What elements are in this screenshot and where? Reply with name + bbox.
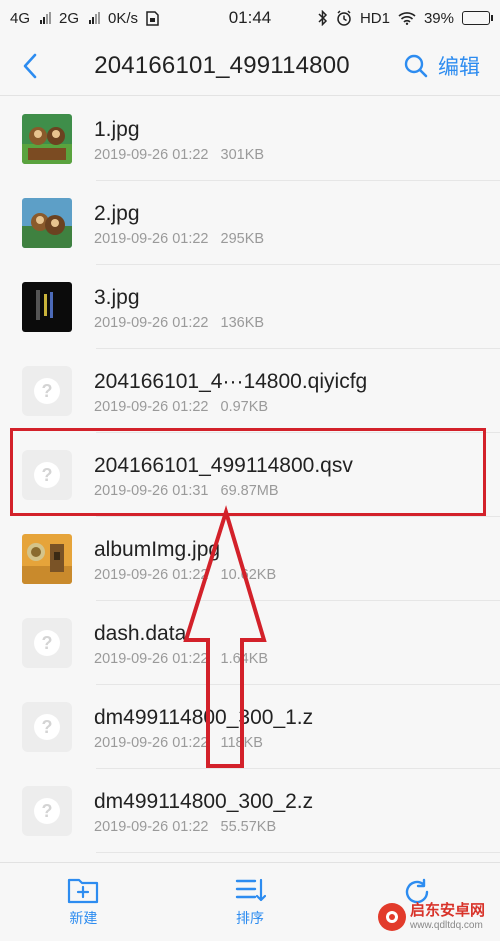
file-name: 204166101_499114800.qsv bbox=[94, 453, 353, 477]
list-item[interactable]: 1.jpg 2019-09-26 01:22 301KB bbox=[0, 97, 500, 181]
unknown-file-icon: ? bbox=[22, 786, 72, 836]
wifi-icon bbox=[398, 12, 416, 25]
image-thumbnail bbox=[22, 534, 72, 584]
header: 204166101_499114800 编辑 bbox=[0, 36, 500, 96]
net-speed: 0K/s bbox=[108, 9, 139, 27]
sim-icon bbox=[146, 10, 159, 26]
image-thumbnail bbox=[22, 114, 72, 164]
list-item[interactable]: albumImg.jpg 2019-09-26 01:22 10.62KB bbox=[0, 517, 500, 601]
list-item[interactable]: 2.jpg 2019-09-26 01:22 295KB bbox=[0, 181, 500, 265]
file-list: 1.jpg 2019-09-26 01:22 301KB 2.jpg 2019-0… bbox=[0, 97, 500, 853]
file-size: 0.97KB bbox=[220, 398, 269, 415]
status-left: 4G 2G 0K/s bbox=[10, 10, 159, 27]
file-name: dm499114800_300_1.z bbox=[94, 705, 314, 729]
hd-label: HD1 bbox=[359, 9, 390, 27]
watermark-url: www.qdltdq.com bbox=[410, 919, 483, 931]
file-size: 69.87MB bbox=[220, 482, 279, 499]
edit-button[interactable]: 编辑 bbox=[438, 51, 500, 81]
file-date: 2019-09-26 01:22 bbox=[94, 818, 209, 835]
file-size: 295KB bbox=[220, 230, 265, 247]
file-size: 136KB bbox=[220, 314, 265, 331]
status-right: HD1 39% bbox=[318, 9, 493, 27]
new-folder-icon bbox=[68, 878, 99, 904]
file-date: 2019-09-26 01:22 bbox=[94, 734, 209, 751]
new-folder-label: 新建 bbox=[69, 910, 98, 926]
network-2g-label: 2G bbox=[59, 9, 80, 27]
new-folder-button[interactable]: 新建 bbox=[23, 876, 143, 928]
status-bar: 4G 2G 0K/s 01:44 HD1 39% bbox=[0, 0, 500, 36]
file-date: 2019-09-26 01:22 bbox=[94, 566, 209, 583]
file-date: 2019-09-26 01:22 bbox=[94, 398, 209, 415]
list-item[interactable]: ? 204166101_499114800.qsv 2019-09-26 01:… bbox=[0, 433, 500, 517]
file-size: 10.62KB bbox=[220, 566, 277, 583]
unknown-file-icon: ? bbox=[22, 618, 72, 668]
watermark-logo-icon bbox=[378, 903, 406, 931]
file-size: 118KB bbox=[220, 734, 263, 751]
page-title: 204166101_499114800 bbox=[94, 51, 350, 79]
image-thumbnail bbox=[22, 198, 72, 248]
signal-icon bbox=[40, 12, 52, 24]
list-item[interactable]: ? dash.data 2019-09-26 01:22 1.64KB bbox=[0, 601, 500, 685]
file-name: 1.jpg bbox=[94, 117, 140, 141]
file-name: dm499114800_300_2.z bbox=[94, 789, 314, 813]
file-date: 2019-09-26 01:31 bbox=[94, 482, 209, 499]
signal-icon-2 bbox=[89, 12, 101, 24]
search-icon bbox=[404, 54, 428, 77]
file-name: 2.jpg bbox=[94, 201, 140, 225]
list-item[interactable]: 3.jpg 2019-09-26 01:22 136KB bbox=[0, 265, 500, 349]
chevron-left-icon bbox=[23, 53, 37, 78]
unknown-file-icon: ? bbox=[22, 366, 72, 416]
file-size: 1.64KB bbox=[220, 650, 269, 667]
alarm-icon bbox=[337, 10, 351, 26]
file-name: 3.jpg bbox=[94, 285, 140, 309]
search-button[interactable] bbox=[394, 36, 438, 96]
sort-icon bbox=[235, 878, 266, 902]
file-date: 2019-09-26 01:22 bbox=[94, 230, 209, 247]
list-item[interactable]: ? 204166101_4···14800.qiyicfg 2019-09-26… bbox=[0, 349, 500, 433]
bluetooth-icon bbox=[318, 10, 328, 26]
unknown-file-icon: ? bbox=[22, 450, 72, 500]
watermark-title: 启东安卓网 bbox=[410, 902, 486, 920]
list-item[interactable]: ? dm499114800_300_1.z 2019-09-26 01:22 11… bbox=[0, 685, 500, 769]
file-date: 2019-09-26 01:22 bbox=[94, 650, 209, 667]
file-name: dash.data bbox=[94, 621, 187, 645]
file-size: 55.57KB bbox=[220, 818, 277, 835]
list-item[interactable]: ? dm499114800_300_2.z 2019-09-26 01:22 55… bbox=[0, 769, 500, 853]
file-name: albumImg.jpg bbox=[94, 537, 221, 561]
sort-button[interactable]: 排序 bbox=[190, 876, 310, 928]
file-date: 2019-09-26 01:22 bbox=[94, 146, 209, 163]
network-4g-label: 4G bbox=[10, 9, 31, 27]
image-thumbnail bbox=[22, 282, 72, 332]
file-name: 204166101_4···14800.qiyicfg bbox=[94, 369, 368, 393]
file-size: 301KB bbox=[220, 146, 265, 163]
unknown-file-icon: ? bbox=[22, 702, 72, 752]
file-date: 2019-09-26 01:22 bbox=[94, 314, 209, 331]
watermark: 启东安卓网 www.qdltdq.com bbox=[378, 897, 498, 937]
battery-percent: 39% bbox=[423, 9, 454, 27]
battery-icon bbox=[462, 11, 493, 25]
sort-label: 排序 bbox=[235, 910, 264, 926]
